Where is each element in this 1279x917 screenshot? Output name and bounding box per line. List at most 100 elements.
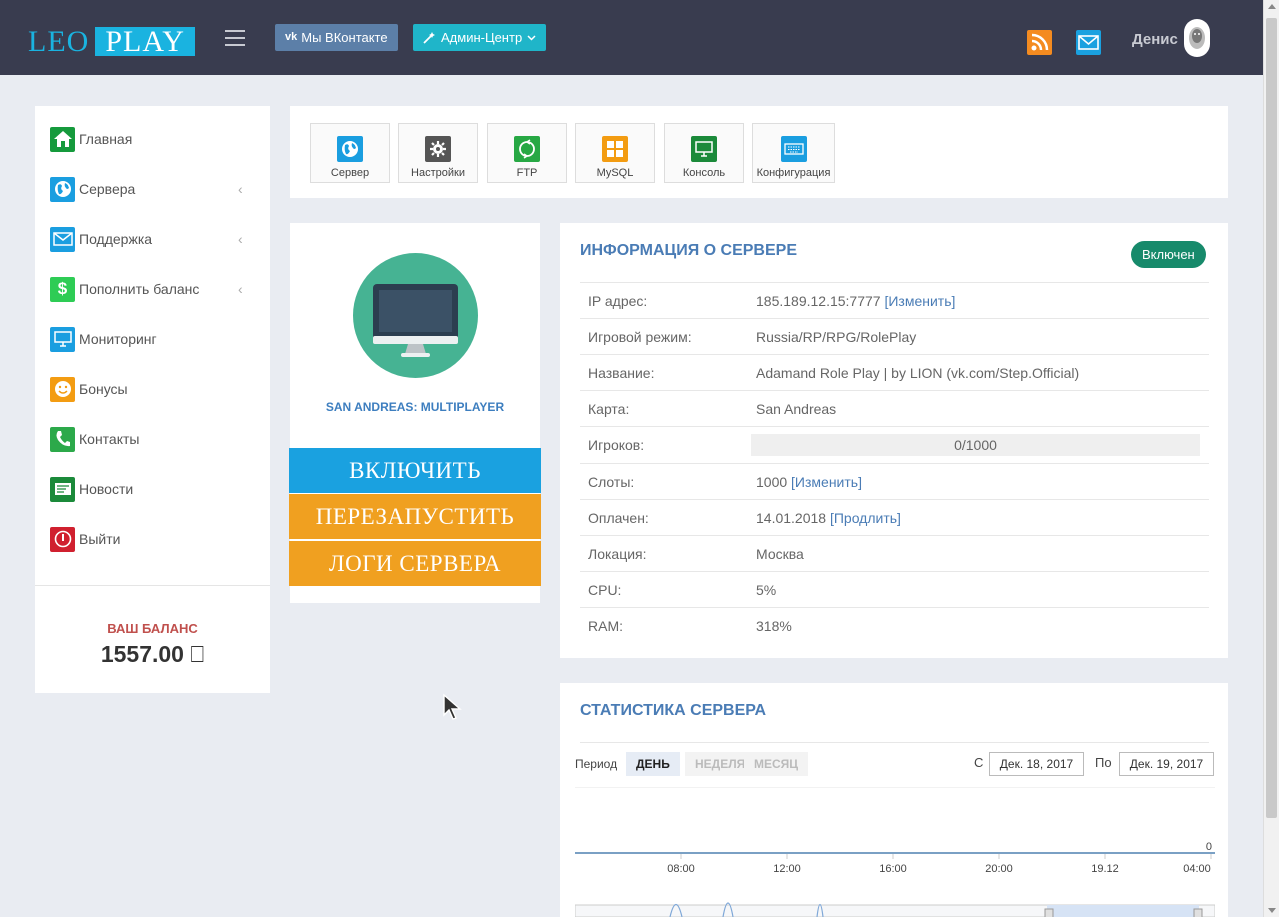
info-key: Название: [588,365,655,381]
news-icon [50,476,75,502]
tile-label: Сервер [330,167,370,179]
slots-value: 1000 [756,474,788,490]
server-info-panel: ИНФОРМАЦИЯ О СЕРВЕРЕ Включен IP адрес: 1… [560,223,1228,658]
period-label: Период [575,757,618,771]
vk-button-label: Мы ВКонтакте [301,30,388,45]
admin-center-label: Админ-Центр [441,30,523,45]
sidebar-item-topup[interactable]: $ Пополнить баланс ‹ [35,269,270,309]
sidebar-item-label: Главная [79,131,133,147]
info-key: Игроков: [588,437,645,453]
from-date-input[interactable] [989,752,1084,776]
grid-icon [602,136,628,162]
sidebar-item-contacts[interactable]: Контакты [35,419,270,459]
x-tick-label: 04:00 [1183,863,1211,875]
restart-server-button[interactable]: ПЕРЕЗАПУСТИТЬ [289,494,541,539]
rss-icon[interactable] [1027,30,1052,55]
info-value: Adamand Role Play | by LION (vk.com/Step… [756,365,1080,381]
chevron-left-icon: ‹ [238,181,243,197]
info-row-paid: Оплачен: 14.01.2018 [Продлить] [580,499,1209,535]
home-icon [50,126,75,152]
chevron-left-icon: ‹ [238,231,243,247]
y-tick-label: 0 [1206,841,1212,853]
chart-navigator [574,902,1216,917]
logo[interactable]: LEO PLAY [28,27,195,57]
sidebar-item-servers[interactable]: Сервера ‹ [35,169,270,209]
tile-settings[interactable]: Настройки [398,123,478,183]
tile-label: Конфигурация [756,167,831,179]
info-key: RAM: [588,618,623,634]
sidebar-item-news[interactable]: Новости [35,469,270,509]
admin-center-button[interactable]: Админ-Центр [413,24,547,51]
tile-console[interactable]: Консоль [664,123,744,183]
sidebar-item-logout[interactable]: Выйти [35,519,270,559]
mail-icon[interactable] [1076,30,1101,55]
tile-label: Консоль [682,167,726,179]
x-tick-label: 20:00 [985,863,1013,875]
ip-value: 185.189.12.15:7777 [756,293,881,309]
info-value: Russia/RP/RPG/RolePlay [756,329,917,345]
x-tick-label: 19.12 [1091,863,1119,875]
start-server-button[interactable]: ВКЛЮЧИТЬ [289,448,541,493]
balance-value: 1557.00 ⎕ [35,641,270,668]
tile-ftp[interactable]: FTP [487,123,567,183]
sidebar-item-support[interactable]: Поддержка ‹ [35,219,270,259]
gear-icon [425,136,451,162]
info-row-map: Карта: San Andreas [580,390,1209,426]
tab-month[interactable]: МЕСЯЦ [744,752,809,776]
navigator-handle-right[interactable] [1193,908,1203,917]
info-title: ИНФОРМАЦИЯ О СЕРВЕРЕ [580,242,797,259]
mouse-cursor-icon [443,693,462,720]
balance-title: ВАШ БАЛАНС [107,621,198,636]
info-value: 14.01.2018 [Продлить] [756,510,901,526]
tab-day[interactable]: ДЕНЬ [626,752,680,776]
phone-icon [50,426,75,452]
wand-icon [423,32,435,44]
info-key: Оплачен: [588,510,649,526]
mail-icon [50,226,75,252]
from-label: С [974,755,984,770]
scrollbar-thumb[interactable] [1266,18,1277,818]
globe-icon [50,176,75,202]
stats-chart[interactable]: 08:00 12:00 16:00 20:00 19.12 04:00 0 [574,786,1216,917]
chevron-left-icon: ‹ [238,281,243,297]
sidebar-item-label: Мониторинг [79,331,157,347]
menu-toggle-icon[interactable] [225,30,245,46]
stats-divider [580,742,1209,743]
vk-button[interactable]: vk Мы ВКонтакте [275,24,398,51]
info-value: 1000 [Изменить] [756,474,862,490]
info-key: Карта: [588,401,630,417]
sidebar-item-monitoring[interactable]: Мониторинг [35,319,270,359]
tile-configuration[interactable]: Конфигурация [752,123,835,183]
monitor-icon [50,326,75,352]
extend-link[interactable]: [Продлить] [830,510,901,526]
navigator-handle-left[interactable] [1044,908,1054,917]
server-stats-panel: СТАТИСТИКА СЕРВЕРА Период ДЕНЬ НЕДЕЛЯ МЕ… [560,683,1228,917]
power-icon [50,526,75,552]
navigator-selection[interactable] [1047,905,1199,917]
sidebar-item-label: Выйти [79,531,121,547]
change-ip-link[interactable]: [Изменить] [884,293,955,309]
server-logs-button[interactable]: ЛОГИ СЕРВЕРА [289,541,541,586]
info-key: Игровой режим: [588,329,692,345]
sidebar-item-bonuses[interactable]: Бонусы [35,369,270,409]
chevron-down-icon [527,34,536,41]
scroll-down-icon[interactable] [1268,908,1276,913]
tile-server[interactable]: Сервер [310,123,390,183]
info-key: Слоты: [588,474,635,490]
sidebar-item-label: Сервера [79,181,136,197]
page-scrollbar[interactable] [1263,0,1279,917]
top-bar: LEO PLAY vk Мы ВКонтакте Админ-Центр Ден… [0,0,1263,75]
sidebar-divider [35,585,270,586]
to-date-input[interactable] [1119,752,1214,776]
sidebar-item-home[interactable]: Главная [35,119,270,159]
info-row-location: Локация: Москва [580,535,1209,571]
sidebar-item-label: Контакты [79,431,140,447]
avatar[interactable] [1184,19,1210,57]
change-slots-link[interactable]: [Изменить] [791,474,862,490]
chart-ticks: 08:00 12:00 16:00 20:00 19.12 04:00 0 [667,841,1212,875]
info-value: 185.189.12.15:7777 [Изменить] [756,293,955,309]
username[interactable]: Денис [1132,31,1178,48]
tile-mysql[interactable]: MySQL [575,123,655,183]
info-value: San Andreas [756,401,837,417]
scroll-up-icon[interactable] [1268,4,1276,9]
